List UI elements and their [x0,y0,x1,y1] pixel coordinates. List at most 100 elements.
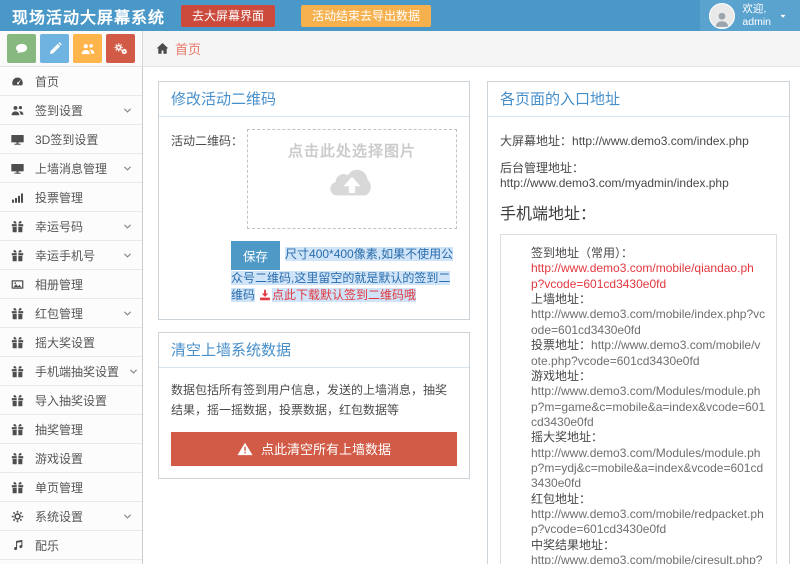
top-navbar: 现场活动大屏幕系统 去大屏幕界面 活动结束去导出数据 欢迎, admin [0,0,800,31]
sidebar-item[interactable]: 首页 [0,67,142,96]
gift-icon [11,423,26,436]
mobile-entry: 中奖结果地址：http://www.demo3.com/mobile/cjres… [531,538,766,564]
entry-urls-panel: 各页面的入口地址 大屏幕地址：http://www.demo3.com/inde… [487,81,790,564]
mobile-entry: 签到地址（常用）：http://www.demo3.com/mobile/qia… [531,246,766,292]
content-area: 修改活动二维码 活动二维码： 点击此处选择图片 保存尺寸400*400像素,如果… [143,67,800,564]
mobile-entry-url: http://www.demo3.com/mobile/qiandao.php?… [531,261,766,292]
chevron-down-icon [122,105,133,116]
chevron-down-icon [122,221,133,232]
entry-urls-panel-header: 各页面的入口地址 [488,82,789,117]
mobile-entry: 上墙地址：http://www.demo3.com/mobile/index.p… [531,292,766,338]
bigscreen-address: 大屏幕地址：http://www.demo3.com/index.php [500,132,777,149]
sidebar-shortcuts [0,31,143,67]
clear-data-panel-header: 清空上墙系统数据 [159,333,469,368]
gift-icon [11,365,26,378]
sidebar-item-label: 系统设置 [35,508,113,525]
edit-shortcut-button[interactable] [40,34,69,63]
sidebar-item[interactable]: 投票管理 [0,183,142,212]
monitor-icon [11,162,26,175]
mobile-entry: 投票地址：http://www.demo3.com/mobile/vote.ph… [531,338,766,369]
qrcode-panel-body: 活动二维码： 点击此处选择图片 保存尺寸400*400像素,如果不使用公众号二维… [159,117,469,319]
sidebar-item[interactable]: 摇大奖设置 [0,328,142,357]
sidebar-item-label: 单页管理 [35,479,133,496]
export-data-button[interactable]: 活动结束去导出数据 [301,5,431,27]
chevron-down-icon [122,250,133,261]
mobile-entry-label: 签到地址（常用）： [531,246,766,261]
users-icon [11,104,26,117]
warning-icon [237,442,253,456]
chevron-down-icon [122,511,133,522]
users-shortcut-button[interactable] [73,34,102,63]
sidebar-item-label: 幸运号码 [35,218,113,235]
mobile-entry-url: http://www.demo3.com/mobile/cjresult.php… [531,553,766,564]
sidebar-item[interactable]: 单页管理 [0,473,142,502]
sidebar-item[interactable]: 上墙消息管理 [0,154,142,183]
sidebar-item-label: 配乐 [35,537,133,554]
users-icon [81,42,95,56]
cloud-upload-icon [248,166,456,200]
app-title: 现场活动大屏幕系统 [0,4,181,28]
gauge-icon [11,75,26,88]
breadcrumb-home[interactable]: 首页 [175,39,201,58]
clear-data-panel: 清空上墙系统数据 数据包括所有签到用户信息，发送的上墙消息，抽奖结果，摇一摇数据… [158,332,470,479]
qrcode-panel-header: 修改活动二维码 [159,82,469,117]
monitor-icon [11,133,26,146]
sidebar-item[interactable]: 3D签到设置 [0,125,142,154]
sidebar-item-label: 摇大奖设置 [35,334,133,351]
sidebar-item-label: 游戏设置 [35,450,133,467]
breadcrumb: 首页 [143,31,800,67]
sidebar-item-label: 手机端抽奖设置 [35,363,119,380]
sidebar-item[interactable]: 抽奖管理 [0,415,142,444]
gift-icon [11,307,26,320]
user-greeting: 欢迎, admin [742,3,771,28]
qrcode-panel-title: 修改活动二维码 [171,91,276,108]
settings-shortcut-button[interactable] [106,34,135,63]
admin-address: 后台管理地址：http://www.demo3.com/myadmin/inde… [500,159,777,190]
sidebar-item[interactable]: 签到设置 [0,96,142,125]
download-default-qrcode-link[interactable]: 点此下载默认签到二维码哦 [272,288,416,302]
gear-icon [11,510,26,523]
sidebar-item[interactable]: 相册管理 [0,270,142,299]
go-bigscreen-button[interactable]: 去大屏幕界面 [181,5,275,27]
sidebar-item[interactable]: 系统设置 [0,502,142,531]
chevron-down-icon [122,163,133,174]
sidebar-item[interactable]: 配乐 [0,531,142,560]
welcome-text: 欢迎, [742,3,771,16]
sidebar-item[interactable]: 游戏设置 [0,444,142,473]
right-column: 各页面的入口地址 大屏幕地址：http://www.demo3.com/inde… [487,81,790,564]
sidebar-item-label: 导入抽奖设置 [35,392,133,409]
sidebar-item-label: 红包管理 [35,305,113,322]
mobile-entry-url: http://www.demo3.com/Modules/module.php?… [531,384,766,430]
image-icon [11,278,26,291]
mobile-entry: 游戏地址：http://www.demo3.com/Modules/module… [531,369,766,430]
sidebar-item-label: 投票管理 [35,189,133,206]
home-icon [156,42,169,55]
mobile-entry: 摇大奖地址：http://www.demo3.com/Modules/modul… [531,430,766,491]
sidebar-item[interactable]: 幸运手机号 [0,241,142,270]
sidebar-item[interactable]: 导入抽奖设置 [0,386,142,415]
download-icon [259,289,271,306]
sidebar-item[interactable]: 幸运号码 [0,212,142,241]
gift-icon [11,481,26,494]
sub-bar: 首页 [0,31,800,67]
gears-icon [114,42,128,56]
sidebar-item[interactable]: 手机端抽奖设置 [0,357,142,386]
comment-shortcut-button[interactable] [7,34,36,63]
save-button[interactable]: 保存 [231,241,280,270]
gift-icon [11,220,26,233]
gift-icon [11,452,26,465]
avatar [709,3,735,29]
pencil-icon [48,42,62,56]
image-upload-dropzone[interactable]: 点击此处选择图片 [247,129,457,229]
sidebar-item[interactable]: 红包管理 [0,299,142,328]
entry-urls-panel-title: 各页面的入口地址 [500,91,620,108]
comment-icon [15,42,29,56]
main-area: 首页签到设置 3D签到设置上墙消息管理投票管理幸运号码幸运手机号相册管理红包管理摇… [0,67,800,564]
sidebar-item-label: 3D签到设置 [35,131,133,148]
user-menu[interactable]: 欢迎, admin [700,0,800,31]
qrcode-field-label: 活动二维码： [171,129,247,229]
qrcode-panel: 修改活动二维码 活动二维码： 点击此处选择图片 保存尺寸400*400像素,如果… [158,81,470,320]
clear-all-data-button[interactable]: 点此清空所有上墙数据 [171,432,457,466]
mobile-entry-label: 中奖结果地址： [531,538,766,553]
chevron-down-icon [128,366,139,377]
